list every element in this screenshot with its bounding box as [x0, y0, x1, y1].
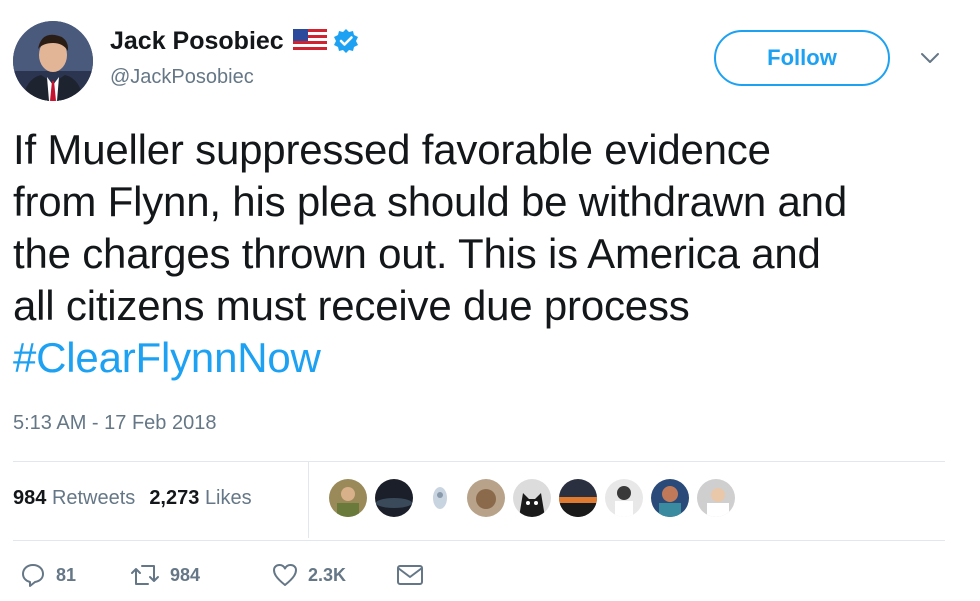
retweet-icon	[130, 562, 160, 588]
retweet-count: 984	[170, 564, 201, 585]
reply-count: 81	[56, 564, 77, 585]
liker-avatars	[328, 478, 736, 520]
liker-avatar[interactable]	[420, 478, 460, 518]
direct-message-button[interactable]	[396, 563, 424, 587]
liker-avatar[interactable]	[512, 478, 552, 518]
tweet-line: all citizens must receive due process	[13, 282, 690, 329]
tweet-line: the charges thrown out. This is America …	[13, 230, 821, 277]
chevron-down-icon[interactable]	[918, 48, 942, 68]
stats-separator	[308, 462, 309, 538]
flag-icon	[292, 28, 327, 54]
like-count: 2.3K	[308, 564, 347, 585]
liker-avatar[interactable]	[466, 478, 506, 518]
tweet-line: from Flynn, his plea should be withdrawn…	[13, 178, 847, 225]
liker-avatar[interactable]	[558, 478, 598, 518]
like-button[interactable]: 2.3K	[272, 563, 396, 587]
follow-button[interactable]: Follow	[714, 30, 890, 86]
divider	[13, 461, 945, 462]
liker-avatar[interactable]	[650, 478, 690, 518]
user-name[interactable]: Jack Posobiec	[110, 27, 284, 56]
retweet-button[interactable]: 984	[130, 562, 272, 588]
likes-stat[interactable]: 2,273 Likes	[149, 487, 251, 510]
reply-button[interactable]: 81	[20, 562, 130, 588]
reply-icon	[20, 562, 46, 588]
retweets-label: Retweets	[51, 487, 136, 509]
liker-avatar[interactable]	[604, 478, 644, 518]
avatar[interactable]	[13, 21, 93, 101]
tweet-line: If Mueller suppressed favorable evidence	[13, 126, 771, 173]
tweet-stats: 984 Retweets 2,273 Likes	[13, 487, 252, 510]
tweet-timestamp[interactable]: 5:13 AM - 17 Feb 2018	[13, 412, 216, 435]
liker-avatar[interactable]	[374, 478, 414, 518]
tweet-actions: 81 984 2.3K	[20, 562, 424, 588]
divider	[13, 540, 945, 541]
likes-label: Likes	[204, 487, 252, 509]
verified-badge-icon	[333, 28, 359, 54]
hashtag-link[interactable]: #ClearFlynnNow	[13, 332, 973, 384]
message-icon	[396, 563, 424, 587]
user-name-row: Jack Posobiec	[110, 24, 359, 58]
retweets-stat[interactable]: 984 Retweets	[13, 487, 135, 510]
tweet-text: If Mueller suppressed favorable evidence…	[13, 124, 973, 384]
retweets-count: 984	[13, 487, 47, 509]
liker-avatar[interactable]	[328, 478, 368, 518]
user-handle[interactable]: @JackPosobiec	[110, 66, 254, 89]
heart-icon	[272, 563, 298, 587]
liker-avatar[interactable]	[696, 478, 736, 518]
likes-count: 2,273	[149, 487, 200, 509]
